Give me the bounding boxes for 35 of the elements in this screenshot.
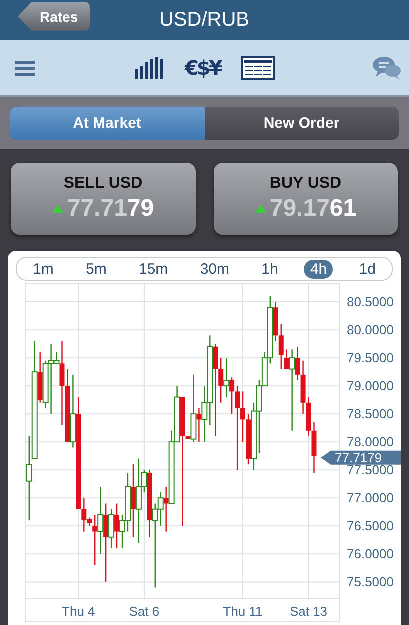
bar-chart-icon[interactable] — [135, 56, 165, 78]
price-text: 77.7179 — [67, 195, 154, 223]
y-axis-label: 80.0000 — [347, 322, 394, 338]
y-axis-label: 79.0000 — [347, 378, 394, 394]
timeframe-tab[interactable]: 1m — [27, 260, 60, 278]
price-text: 79.1761 — [270, 195, 357, 223]
y-axis-label: 75.5000 — [347, 574, 394, 590]
y-axis-label: 80.5000 — [347, 294, 394, 310]
timeframe-tab[interactable]: 30m — [194, 260, 236, 278]
y-axis-label: 78.0000 — [347, 434, 394, 450]
timeframe-tab[interactable]: 5m — [80, 260, 113, 278]
currency-button[interactable]: €$¥ — [185, 56, 221, 80]
timeframe-tab[interactable]: 15m — [133, 260, 174, 278]
x-axis-label: Thu 4 — [62, 604, 96, 619]
y-axis-label: 78.5000 — [347, 406, 394, 422]
x-axis-label: Thu 11 — [223, 604, 263, 619]
current-price-tag: 77.7179 — [321, 450, 401, 466]
y-axis-label: 79.5000 — [347, 350, 394, 366]
y-axis-label: 76.5000 — [347, 518, 394, 534]
y-axis-label: 77.5000 — [347, 462, 394, 478]
y-axis-label: 76.0000 — [347, 546, 394, 562]
timeframe-tab[interactable]: 1h — [256, 260, 284, 278]
order-type-tab[interactable]: At Market — [10, 106, 204, 140]
back-button[interactable]: Rates — [18, 2, 90, 31]
timeframe-tab[interactable]: 4h — [304, 260, 334, 278]
screen-title: USD/RUB — [159, 8, 250, 32]
trade-button[interactable]: SELL USD 77.7179 — [11, 163, 196, 235]
x-axis-label: Sat 13 — [290, 604, 328, 619]
y-axis-label: 77.0000 — [347, 490, 394, 506]
trade-button[interactable]: BUY USD 79.1761 — [214, 163, 398, 235]
table-icon[interactable] — [240, 56, 275, 80]
x-axis-label: Sat 6 — [129, 604, 160, 619]
order-type-tab[interactable]: New Order — [204, 106, 399, 140]
menu-icon[interactable] — [15, 58, 35, 76]
timeframe-tab[interactable]: 1d — [353, 260, 382, 278]
